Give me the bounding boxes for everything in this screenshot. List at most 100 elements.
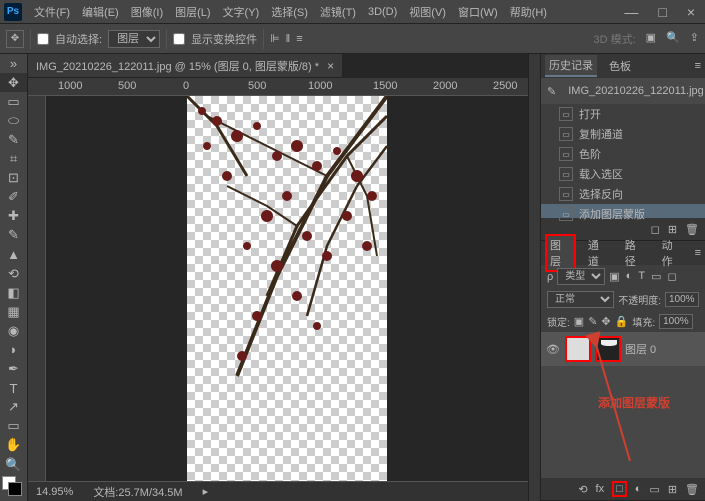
separator: [30, 29, 31, 49]
menu-select[interactable]: 选择(S): [265, 4, 314, 20]
filter-smart-icon[interactable]: ◻: [667, 270, 676, 283]
quick-select-tool[interactable]: ✎: [0, 130, 27, 149]
search-icon[interactable]: 🔍: [666, 31, 680, 47]
link-layers-icon[interactable]: ⟲: [578, 483, 587, 496]
trash-icon[interactable]: 🗑: [685, 483, 699, 496]
transform-controls-label: 显示变换控件: [191, 31, 257, 47]
frame-tool[interactable]: ⊡: [0, 169, 27, 188]
filter-shape-icon[interactable]: ▭: [651, 270, 661, 283]
gradient-tool[interactable]: ▦: [0, 302, 27, 321]
align-icon[interactable]: ‖: [286, 33, 291, 45]
expand-icon[interactable]: »: [0, 54, 27, 73]
collapsed-panel-strip[interactable]: [528, 54, 540, 501]
stamp-tool[interactable]: ▲: [0, 245, 27, 264]
menu-image[interactable]: 图像(I): [125, 4, 169, 20]
menu-3d[interactable]: 3D(D): [362, 6, 403, 18]
add-mask-button[interactable]: □: [612, 481, 627, 497]
mask-thumbnail[interactable]: [595, 336, 621, 362]
layer-name[interactable]: 图层 0: [625, 341, 656, 357]
autoselect-checkbox[interactable]: [37, 33, 49, 45]
opacity-input[interactable]: [665, 292, 699, 307]
menu-window[interactable]: 窗口(W): [452, 4, 504, 20]
window-minimize-icon[interactable]: —: [618, 4, 644, 20]
panel-menu-icon[interactable]: ≡: [695, 247, 701, 259]
zoom-tool[interactable]: 🔍: [0, 455, 27, 474]
move-tool-icon[interactable]: ✥: [6, 30, 24, 48]
ruler-horizontal: 1000500 0500 10001500 20002500: [28, 78, 528, 96]
menu-view[interactable]: 视图(V): [403, 4, 452, 20]
share-icon[interactable]: ⇪: [690, 31, 699, 47]
window-maximize-icon[interactable]: □: [652, 4, 672, 20]
menu-type[interactable]: 文字(Y): [217, 4, 266, 20]
autoselect-dropdown[interactable]: 图层: [108, 30, 160, 48]
lasso-tool[interactable]: ⬭: [0, 111, 27, 130]
marquee-tool[interactable]: ▭: [0, 92, 27, 111]
lock-pixels-icon[interactable]: ✎: [588, 315, 597, 328]
filter-type-icon[interactable]: T: [638, 270, 645, 283]
blur-tool[interactable]: ◉: [0, 321, 27, 340]
layer-thumbnail[interactable]: [565, 336, 591, 362]
zoom-level[interactable]: 14.95%: [36, 486, 73, 498]
menu-filter[interactable]: 滤镜(T): [314, 4, 362, 20]
history-step[interactable]: ▭色阶: [541, 144, 705, 164]
status-chevron-icon[interactable]: ▸: [203, 485, 209, 498]
color-swatch[interactable]: [0, 474, 27, 501]
healing-tool[interactable]: ✚: [0, 207, 27, 226]
new-doc-icon[interactable]: ⊞: [668, 223, 677, 236]
workspace-icon[interactable]: ▣: [646, 31, 656, 47]
history-step[interactable]: ▭选择反向: [541, 184, 705, 204]
menu-help[interactable]: 帮助(H): [504, 4, 553, 20]
tab-swatches[interactable]: 色板: [605, 56, 635, 76]
history-brush-tool[interactable]: ⟲: [0, 264, 27, 283]
tab-history[interactable]: 历史记录: [545, 55, 597, 77]
crop-tool[interactable]: ⌗: [0, 149, 27, 168]
window-close-icon[interactable]: ×: [681, 4, 701, 20]
new-layer-icon[interactable]: ⊞: [668, 483, 677, 496]
panel-menu-icon[interactable]: ≡: [695, 60, 701, 72]
eraser-tool[interactable]: ◧: [0, 283, 27, 302]
eyedropper-tool[interactable]: ✐: [0, 188, 27, 207]
pen-tool[interactable]: ✒: [0, 360, 27, 379]
layer-row[interactable]: 👁 图层 0: [541, 332, 705, 366]
history-panel: ✎ IMG_20210226_122011.jpg ▭打开 ▭复制通道 ▭色阶 …: [541, 78, 705, 218]
dodge-tool[interactable]: ◗: [0, 340, 27, 359]
type-tool[interactable]: T: [0, 379, 27, 398]
lock-label: 锁定:: [547, 314, 570, 329]
align-icon[interactable]: ≡: [296, 33, 302, 45]
fill-input[interactable]: [659, 314, 693, 329]
brush-tool[interactable]: ✎: [0, 226, 27, 245]
path-tool[interactable]: ↗: [0, 398, 27, 417]
adjustment-layer-icon[interactable]: ◐: [635, 483, 642, 495]
create-snapshot-icon[interactable]: ◻: [651, 223, 660, 236]
blend-mode-dropdown[interactable]: 正常: [547, 291, 614, 308]
filter-adjust-icon[interactable]: ◐: [626, 270, 633, 283]
history-snapshot[interactable]: ✎ IMG_20210226_122011.jpg: [541, 78, 705, 104]
document-tab[interactable]: IMG_20210226_122011.jpg @ 15% (图层 0, 图层蒙…: [28, 54, 342, 78]
hand-tool[interactable]: ✋: [0, 436, 27, 455]
trash-icon[interactable]: 🗑: [685, 223, 699, 236]
menu-edit[interactable]: 编辑(E): [76, 4, 125, 20]
visibility-icon[interactable]: 👁: [545, 343, 561, 356]
history-step[interactable]: ▭复制通道: [541, 124, 705, 144]
filter-kind-dropdown[interactable]: 类型: [557, 268, 605, 285]
move-tool[interactable]: ✥: [0, 73, 27, 92]
close-tab-icon[interactable]: ×: [327, 59, 334, 73]
filter-pixel-icon[interactable]: ▣: [609, 270, 619, 283]
tools-panel: » ✥ ▭ ⬭ ✎ ⌗ ⊡ ✐ ✚ ✎ ▲ ⟲ ◧ ▦ ◉ ◗ ✒ T ↗ ▭ …: [0, 54, 28, 501]
layer-group-icon[interactable]: ▭: [649, 483, 659, 496]
lock-all-icon[interactable]: 🔒: [615, 315, 629, 328]
menu-layer[interactable]: 图层(L): [169, 4, 216, 20]
lock-position-icon[interactable]: ✥: [601, 315, 610, 328]
snapshot-name: IMG_20210226_122011.jpg: [568, 85, 704, 97]
history-step[interactable]: ▭打开: [541, 104, 705, 124]
lock-transparency-icon[interactable]: ▣: [574, 315, 584, 328]
history-step[interactable]: ▭载入选区: [541, 164, 705, 184]
menu-file[interactable]: 文件(F): [28, 4, 76, 20]
shape-tool[interactable]: ▭: [0, 417, 27, 436]
layer-fx-icon[interactable]: fx: [596, 483, 605, 495]
separator: [263, 29, 264, 49]
doc-size: 文档:25.7M/34.5M: [93, 484, 182, 500]
align-icon[interactable]: ⊫: [270, 32, 280, 45]
transform-controls-checkbox[interactable]: [173, 33, 185, 45]
canvas[interactable]: [46, 96, 528, 481]
